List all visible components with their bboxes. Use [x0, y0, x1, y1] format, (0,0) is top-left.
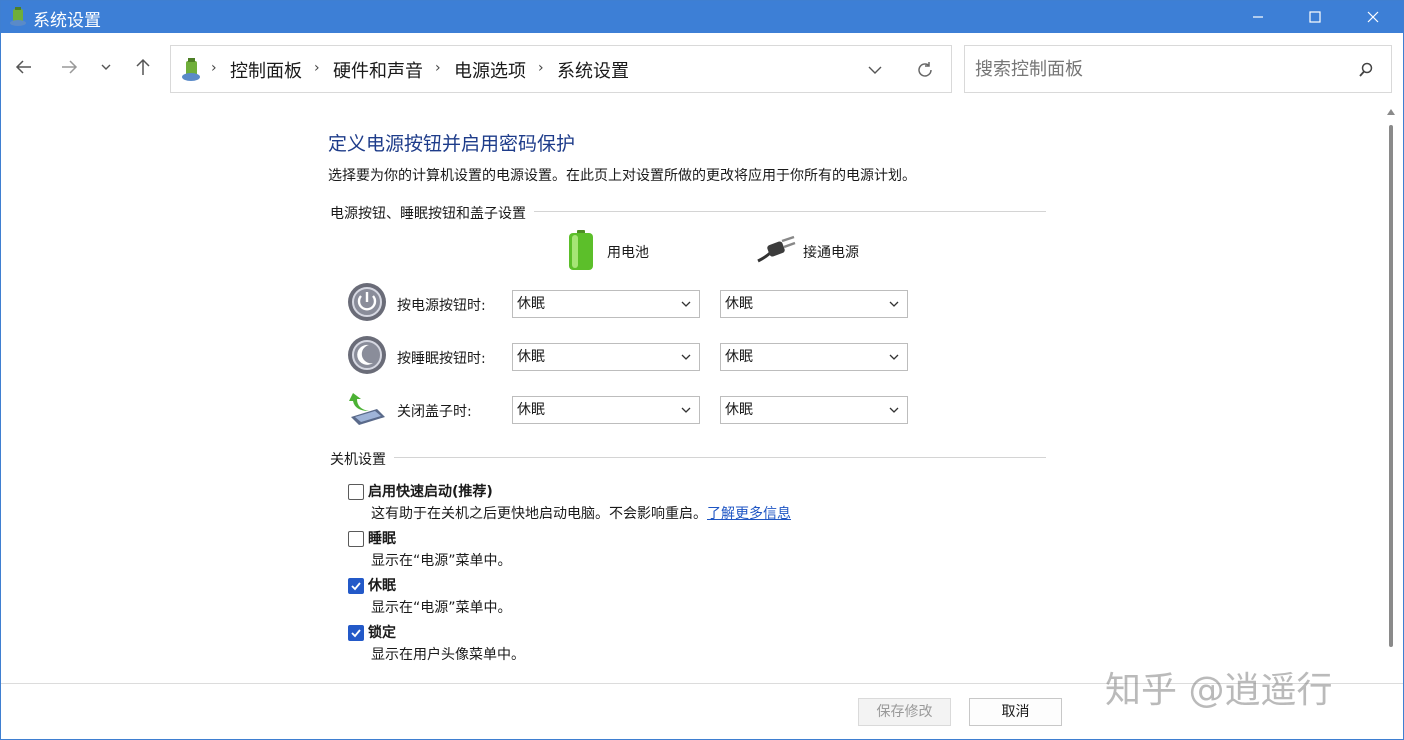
power-button-battery-select[interactable]: 休眠 — [512, 290, 700, 318]
fast-startup-label[interactable]: 启用快速启动(推荐) — [368, 481, 493, 501]
hibernate-option-description: 显示在“电源”菜单中。 — [371, 600, 512, 616]
close-button[interactable] — [1344, 1, 1402, 33]
select-value: 休眠 — [725, 349, 753, 365]
lid-close-label: 关闭盖子时: — [397, 404, 472, 420]
breadcrumb-separator: › — [435, 60, 441, 76]
address-history-button[interactable] — [864, 60, 886, 80]
checkmark-icon — [351, 582, 361, 591]
title-bar: 系统设置 — [1, 1, 1403, 33]
select-value: 休眠 — [517, 296, 545, 312]
refresh-button[interactable] — [914, 59, 936, 81]
battery-column-header: 用电池 — [607, 245, 649, 261]
breadcrumb-control-panel[interactable]: 控制面板 — [230, 57, 302, 83]
power-button-plugged-select[interactable]: 休眠 — [720, 290, 908, 318]
page-title: 定义电源按钮并启用密码保护 — [328, 133, 576, 155]
scrollbar-thumb[interactable] — [1389, 125, 1393, 647]
maximize-button[interactable] — [1286, 1, 1344, 33]
page-description: 选择要为你的计算机设置的电源设置。在此页上对设置所做的更改将应用于你所有的电源计… — [328, 168, 916, 184]
sleep-option-label[interactable]: 睡眠 — [368, 528, 396, 548]
plugged-column-header: 接通电源 — [803, 245, 859, 261]
section-divider — [330, 457, 1046, 458]
sleep-checkbox[interactable] — [348, 531, 364, 547]
arrow-up-icon — [136, 58, 150, 75]
hibernate-option-label[interactable]: 休眠 — [368, 575, 396, 595]
fast-startup-checkbox[interactable] — [348, 484, 364, 500]
sleep-button-plugged-select[interactable]: 休眠 — [720, 343, 908, 371]
settings-window: 系统设置 › 控制面板 › 硬件和声音 › 电源选项 › 系统设置 搜索控制面板… — [0, 0, 1404, 740]
control-panel-app-icon — [10, 7, 26, 26]
power-plug-icon — [757, 235, 796, 263]
vertical-scrollbar[interactable] — [1384, 103, 1396, 673]
arrow-right-icon — [62, 60, 78, 74]
select-value: 休眠 — [725, 296, 753, 312]
chevron-down-icon — [889, 407, 899, 413]
breadcrumb-system-settings[interactable]: 系统设置 — [557, 57, 629, 83]
power-button-icon — [348, 283, 386, 321]
lock-option-label[interactable]: 锁定 — [368, 622, 396, 642]
breadcrumb-separator: › — [211, 60, 217, 76]
address-bar[interactable]: › 控制面板 › 硬件和声音 › 电源选项 › 系统设置 — [170, 45, 952, 93]
select-value: 休眠 — [517, 402, 545, 418]
learn-more-link[interactable]: 了解更多信息 — [707, 506, 791, 522]
shutdown-section-label: 关机设置 — [330, 449, 394, 469]
chevron-down-icon — [868, 66, 882, 74]
lid-close-battery-select[interactable]: 休眠 — [512, 396, 700, 424]
minimize-icon — [1253, 16, 1263, 18]
chevron-down-icon — [889, 301, 899, 307]
chevron-down-icon — [889, 354, 899, 360]
breadcrumb-hardware-sound[interactable]: 硬件和声音 — [333, 57, 423, 83]
fast-startup-desc-text: 这有助于在关机之后更快地启动电脑。不会影响重启。 — [371, 506, 707, 522]
lock-option-description: 显示在用户头像菜单中。 — [371, 647, 525, 663]
power-section-label: 电源按钮、睡眠按钮和盖子设置 — [330, 203, 534, 223]
sleep-button-battery-select[interactable]: 休眠 — [512, 343, 700, 371]
maximize-icon — [1309, 11, 1321, 23]
main-content: 定义电源按钮并启用密码保护 选择要为你的计算机设置的电源设置。在此页上对设置所做… — [1, 103, 1383, 683]
arrow-left-icon — [15, 60, 31, 74]
battery-icon — [569, 230, 593, 270]
search-box[interactable] — [964, 45, 1392, 93]
chevron-down-icon — [101, 64, 111, 70]
scroll-up-arrow-icon[interactable] — [1387, 109, 1395, 115]
chevron-down-icon — [681, 354, 691, 360]
fast-startup-description: 这有助于在关机之后更快地启动电脑。不会影响重启。了解更多信息 — [371, 503, 791, 523]
breadcrumb-separator: › — [538, 60, 544, 76]
save-changes-button[interactable]: 保存修改 — [858, 698, 951, 726]
search-icon[interactable] — [1358, 60, 1378, 80]
recent-locations-button[interactable] — [95, 53, 117, 81]
back-button[interactable] — [10, 53, 38, 81]
lid-close-plugged-select[interactable]: 休眠 — [720, 396, 908, 424]
chevron-down-icon — [681, 301, 691, 307]
minimize-button[interactable] — [1229, 1, 1287, 33]
close-icon — [1367, 11, 1379, 23]
sleep-button-label: 按睡眠按钮时: — [397, 351, 486, 367]
navigation-bar: › 控制面板 › 硬件和声音 › 电源选项 › 系统设置 — [1, 33, 1403, 103]
up-button[interactable] — [129, 53, 157, 81]
hibernate-checkbox[interactable] — [348, 578, 364, 594]
lock-checkbox[interactable] — [348, 625, 364, 641]
search-input[interactable] — [975, 56, 1345, 82]
laptop-lid-icon — [349, 393, 385, 425]
select-value: 休眠 — [725, 402, 753, 418]
window-title: 系统设置 — [33, 11, 101, 31]
select-value: 休眠 — [517, 349, 545, 365]
sleep-option-description: 显示在“电源”菜单中。 — [371, 553, 512, 569]
chevron-down-icon — [681, 407, 691, 413]
breadcrumb-power-options[interactable]: 电源选项 — [454, 57, 526, 83]
watermark-text: 知乎 @逍遥行 — [1105, 670, 1333, 711]
breadcrumb-separator: › — [314, 60, 320, 76]
forward-button[interactable] — [55, 53, 83, 81]
refresh-icon — [918, 62, 932, 77]
control-panel-icon — [182, 58, 200, 81]
power-button-label: 按电源按钮时: — [397, 298, 486, 314]
cancel-button[interactable]: 取消 — [969, 698, 1062, 726]
sleep-button-icon — [348, 336, 386, 374]
checkmark-icon — [351, 629, 361, 638]
